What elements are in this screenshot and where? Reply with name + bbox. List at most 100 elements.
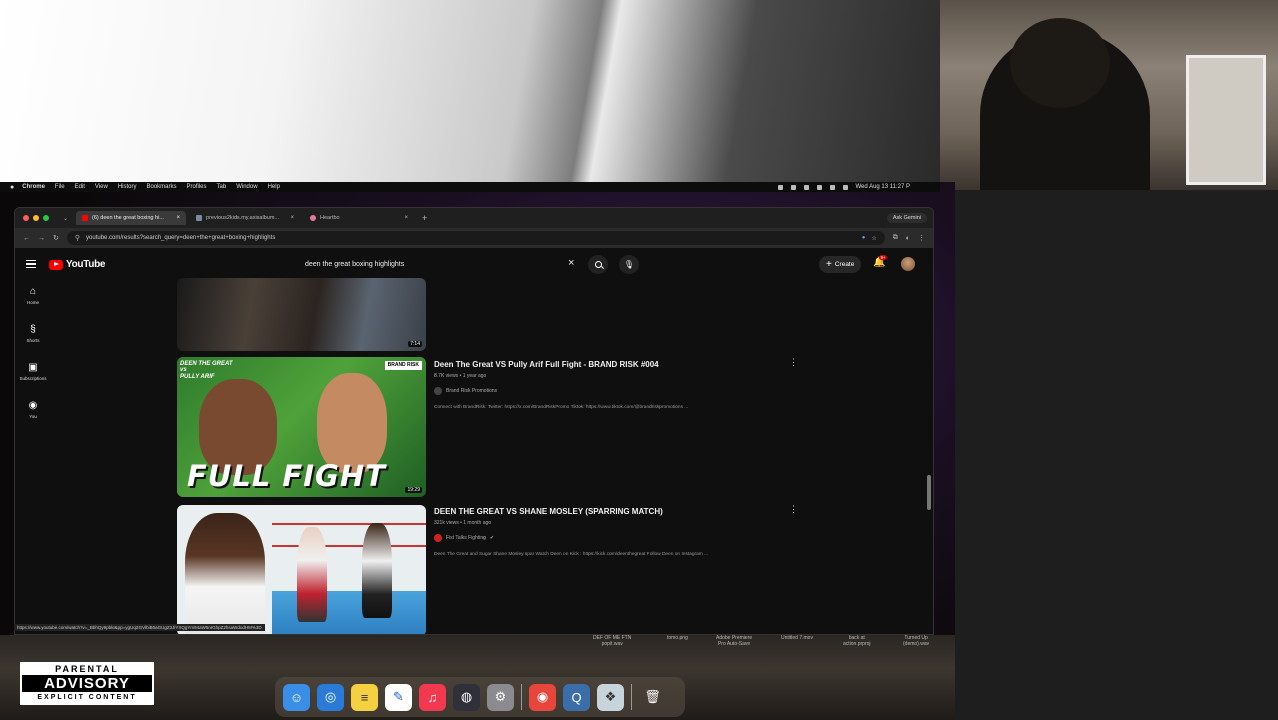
trash-icon[interactable]: 🗑 xyxy=(639,684,666,711)
music-icon[interactable]: ♫ xyxy=(419,683,446,711)
dock-separator xyxy=(631,684,632,710)
translate-icon[interactable]: ● xyxy=(862,235,866,241)
desktop-file[interactable]: Turned Up (demo).wav xyxy=(903,635,929,647)
apple-menu-icon[interactable]: ● xyxy=(10,184,14,191)
status-icon[interactable] xyxy=(790,184,796,190)
status-icon[interactable] xyxy=(803,184,809,190)
video-thumbnail[interactable] xyxy=(177,505,426,634)
channel-row[interactable]: Brand Risk Promotions xyxy=(434,387,497,395)
bookmark-star-icon[interactable]: ☆ xyxy=(871,235,876,242)
guide-menu-icon[interactable] xyxy=(26,260,36,268)
channel-name[interactable]: Brand Risk Promotions xyxy=(446,388,497,394)
chrome-icon[interactable]: ◉ xyxy=(529,683,556,711)
thumbnail-person xyxy=(185,513,265,634)
menu-profiles[interactable]: Profiles xyxy=(187,184,207,190)
desktop-file[interactable]: Adobe Premiere Pro Auto-Save xyxy=(716,635,752,647)
sidebar-item-you[interactable]: ◉ You xyxy=(15,400,51,419)
advisory-line1: PARENTAL xyxy=(55,664,119,674)
create-button[interactable]: + Create xyxy=(819,256,862,273)
desktop-file[interactable]: tomo.png xyxy=(667,635,688,642)
chrome-menu-icon[interactable]: ⋮ xyxy=(918,234,925,242)
search-results: 7:14 DEEN THE GREAT vs PULLY ARIF BRAND … xyxy=(177,278,877,634)
menu-window[interactable]: Window xyxy=(236,184,257,190)
channel-name[interactable]: Fist Talks Fighting xyxy=(446,535,486,541)
clear-search-icon[interactable]: × xyxy=(568,257,574,269)
desktop-file[interactable]: back at action.prproj xyxy=(843,635,871,647)
channel-avatar[interactable] xyxy=(434,387,442,395)
wifi-icon[interactable] xyxy=(816,184,822,190)
more-actions-icon[interactable]: ⋮ xyxy=(789,358,798,367)
tab-youtube-search[interactable]: (6) deen the great boxing hi... × xyxy=(76,211,187,225)
finder-icon[interactable]: ☺ xyxy=(283,683,310,711)
settings-icon[interactable]: ⚙ xyxy=(487,683,514,711)
menu-history[interactable]: History xyxy=(118,184,137,190)
sidebar-item-home[interactable]: ⌂ Home xyxy=(15,286,51,305)
top-banner-wallpaper xyxy=(0,0,940,182)
webcam-feed xyxy=(940,0,1278,190)
menu-help[interactable]: Help xyxy=(268,184,280,190)
window-controls xyxy=(23,215,49,221)
search-icon[interactable] xyxy=(829,184,835,190)
create-label: Create xyxy=(834,261,855,268)
menu-view[interactable]: View xyxy=(95,184,108,190)
back-icon[interactable]: ← xyxy=(23,235,30,242)
menu-bar-clock[interactable]: Wed Aug 13 11:27 P xyxy=(856,184,911,190)
new-tab-button[interactable]: + xyxy=(422,213,427,223)
sidebar-item-label: Shorts xyxy=(26,338,40,343)
desktop-file[interactable]: DEF OF ME FTN popit.wav xyxy=(593,635,631,647)
zoom-window-icon[interactable] xyxy=(43,215,49,221)
reload-icon[interactable]: ↻ xyxy=(53,234,59,242)
video-title[interactable]: Deen The Great VS Pully Arif Full Fight … xyxy=(434,360,659,369)
close-tab-icon[interactable]: × xyxy=(405,215,409,221)
more-actions-icon[interactable]: ⋮ xyxy=(789,505,798,514)
account-avatar[interactable] xyxy=(901,257,915,271)
menu-edit[interactable]: Edit xyxy=(75,184,85,190)
close-window-icon[interactable] xyxy=(23,215,29,221)
search-icon xyxy=(594,261,602,268)
status-icon[interactable] xyxy=(777,184,783,190)
video-description: Connect with BrandRisk: Twitter: https:/… xyxy=(434,405,689,410)
menu-tab[interactable]: Tab xyxy=(217,184,227,190)
extensions-icon[interactable]: ⧉ xyxy=(893,234,898,242)
profile-icon[interactable]: ◐ xyxy=(906,235,910,242)
video-thumbnail[interactable]: DEEN THE GREAT vs PULLY ARIF BRAND RISK … xyxy=(177,357,426,497)
chrome-window: ⌄ (6) deen the great boxing hi... × prev… xyxy=(14,207,934,635)
close-tab-icon[interactable]: × xyxy=(291,215,295,221)
minimize-window-icon[interactable] xyxy=(33,215,39,221)
omnibox[interactable]: ⚲ youtube.com/results?search_query=deen+… xyxy=(66,231,885,245)
forward-icon[interactable]: → xyxy=(38,235,45,242)
screen-recorder-icon[interactable]: ❖ xyxy=(597,683,624,711)
tab-previous[interactable]: previous2kids.my.axisalbum... × xyxy=(190,211,300,225)
menu-bookmarks[interactable]: Bookmarks xyxy=(147,184,177,190)
site-info-icon[interactable]: ⚲ xyxy=(75,234,80,242)
microphone-icon: 🎙 xyxy=(623,260,635,269)
safari-icon[interactable]: ◎ xyxy=(317,683,344,711)
tab-heartbo[interactable]: Heartbo × xyxy=(304,211,414,225)
sidebar-item-shorts[interactable]: § Shorts xyxy=(15,324,51,343)
search-input[interactable]: deen the great boxing highlights xyxy=(299,255,585,274)
quicktime-icon[interactable]: Q xyxy=(563,683,590,711)
menu-file[interactable]: File xyxy=(55,184,65,190)
search-button[interactable] xyxy=(588,255,608,274)
video-title[interactable]: DEEN THE GREAT VS SHANE MOSLEY (SPARRING… xyxy=(434,507,663,516)
advisory-line3: EXPLICIT CONTENT xyxy=(37,694,137,701)
desktop-file[interactable]: Untitled 7.mov xyxy=(781,635,813,642)
ask-gemini-button[interactable]: Ask Gemini xyxy=(886,213,927,223)
page-scrollbar[interactable] xyxy=(927,475,931,510)
thumbnail-tag-left: DEEN THE GREAT vs PULLY ARIF xyxy=(180,361,233,380)
menu-chrome[interactable]: Chrome xyxy=(22,184,45,190)
control-center-icon[interactable] xyxy=(842,184,848,190)
url-text[interactable]: youtube.com/results?search_query=deen+th… xyxy=(86,235,275,241)
home-icon: ⌂ xyxy=(29,286,37,297)
video-thumbnail[interactable]: 7:14 xyxy=(177,278,426,351)
channel-avatar[interactable] xyxy=(434,534,442,542)
obs-icon[interactable]: ◍ xyxy=(453,683,480,711)
channel-row[interactable]: Fist Talks Fighting ✔ xyxy=(434,534,494,542)
youtube-logo[interactable]: YouTube xyxy=(49,259,106,270)
sidebar-item-subscriptions[interactable]: ▣ Subscriptions xyxy=(15,362,51,381)
tab-search-icon[interactable]: ⌄ xyxy=(63,215,68,222)
freeform-icon[interactable]: ✎ xyxy=(385,683,412,711)
notes-icon[interactable]: ≡ xyxy=(351,683,378,711)
close-tab-icon[interactable]: × xyxy=(177,215,181,221)
voice-search-button[interactable]: 🎙 xyxy=(619,255,639,274)
